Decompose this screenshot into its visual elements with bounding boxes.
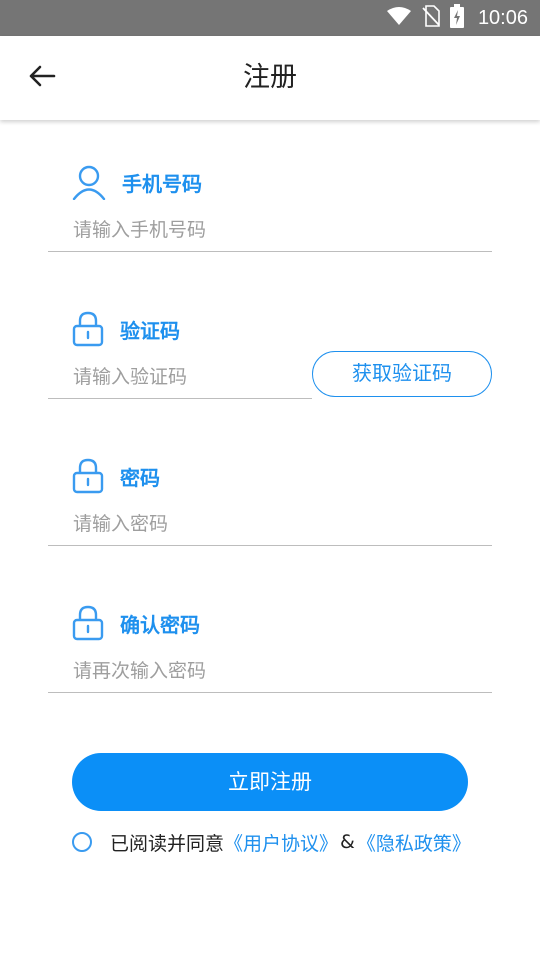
register-button[interactable]: 立即注册 xyxy=(72,753,468,811)
code-label-row: 验证码 xyxy=(72,309,180,349)
no-sim-icon xyxy=(422,5,440,31)
lock-icon xyxy=(72,458,104,494)
back-button[interactable] xyxy=(20,58,64,98)
confirm-password-input[interactable] xyxy=(48,649,492,693)
agree-text: 已阅读并同意 xyxy=(110,832,225,855)
confirm-password-label: 确认密码 xyxy=(120,612,200,637)
lock-icon xyxy=(72,311,104,347)
lock-icon xyxy=(72,605,104,641)
status-bar: 10:06 xyxy=(0,0,540,36)
phone-label: 手机号码 xyxy=(122,171,202,196)
password-label-row: 密码 xyxy=(72,456,160,496)
page-title: 注册 xyxy=(243,62,297,93)
status-time: 10:06 xyxy=(477,6,528,29)
password-label: 密码 xyxy=(120,465,160,490)
phone-input[interactable] xyxy=(48,208,492,252)
agree-radio[interactable] xyxy=(72,832,92,852)
phone-label-row: 手机号码 xyxy=(72,162,202,202)
wifi-icon xyxy=(386,6,412,30)
privacy-policy-link[interactable]: 《隐私政策》 xyxy=(357,829,471,856)
code-input[interactable] xyxy=(48,355,312,399)
confirm-password-label-row: 确认密码 xyxy=(72,603,200,643)
ampersand-text: & xyxy=(340,831,355,853)
user-icon xyxy=(72,164,106,200)
app-bar: 注册 xyxy=(0,36,540,120)
agreement-row: 已阅读并同意 《用户协议》 & 《隐私政策》 xyxy=(72,826,471,858)
get-code-button[interactable]: 获取验证码 xyxy=(312,351,492,397)
user-agreement-link[interactable]: 《用户协议》 xyxy=(224,829,338,856)
code-label: 验证码 xyxy=(120,318,180,343)
password-input[interactable] xyxy=(48,502,492,546)
arrow-left-icon xyxy=(28,64,56,92)
battery-charging-icon xyxy=(449,4,464,32)
status-icons: 10:06 xyxy=(386,0,528,36)
